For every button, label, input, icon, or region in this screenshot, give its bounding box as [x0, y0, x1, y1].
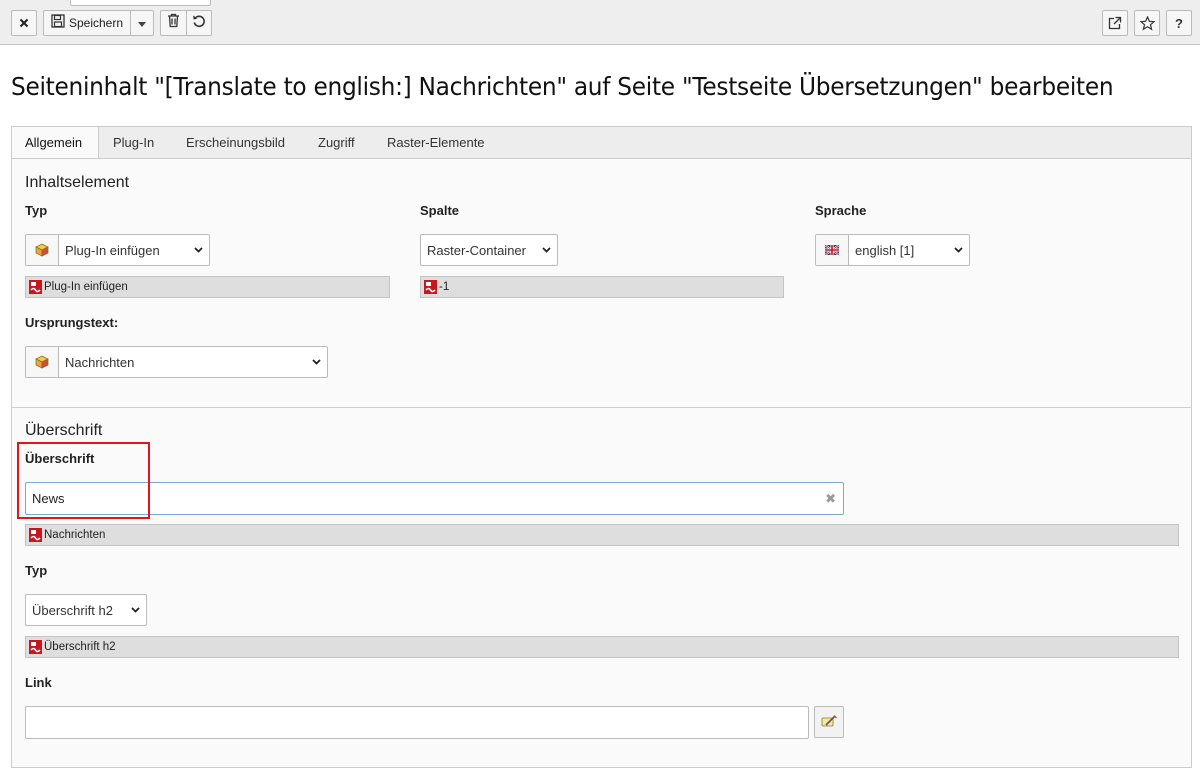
type-label: Typ: [25, 203, 48, 218]
uk-flag-icon: [816, 235, 849, 265]
section-title-content-element: Inhaltselement: [25, 174, 130, 191]
original-language-marker-icon: [29, 280, 42, 294]
header-type-select[interactable]: Überschrift h2: [25, 594, 147, 626]
record-actions-group: [160, 10, 212, 36]
header-original-value: Nachrichten: [25, 524, 1179, 546]
trash-icon: [167, 13, 180, 33]
column-original-text: -1: [439, 281, 450, 293]
type-original-value: Plug-In einfügen: [25, 276, 390, 298]
original-language-marker-icon: [29, 528, 42, 542]
link-label: Link: [25, 675, 52, 690]
tab-plugin[interactable]: Plug-In: [100, 127, 167, 160]
section-title-header: Überschrift: [25, 422, 103, 439]
highlight-annotation-box: [17, 442, 150, 519]
star-icon: [1139, 15, 1155, 31]
external-window-icon: [1108, 16, 1122, 30]
tab-zugriff[interactable]: Zugriff: [305, 127, 368, 160]
type-select-value: Plug-In einfügen: [65, 242, 160, 258]
save-button-group: Speichern: [43, 10, 154, 36]
link-wizard-button[interactable]: [814, 706, 844, 738]
undo-icon: [192, 14, 206, 33]
close-button[interactable]: [11, 10, 37, 36]
floppy-disk-icon: [51, 13, 65, 33]
caret-down-icon: [138, 14, 146, 32]
tab-panel-allgemein: Inhaltselement Typ Plug-In einfügen Plug…: [11, 158, 1192, 768]
type-select[interactable]: Plug-In einfügen: [25, 234, 210, 266]
source-text-label: Ursprungstext:: [25, 315, 119, 330]
tab-allgemein[interactable]: Allgemein: [12, 127, 99, 161]
tab-bar: Allgemein Plug-In Erscheinungsbild Zugri…: [11, 126, 1192, 161]
language-label: Sprache: [815, 203, 867, 218]
section-divider: [12, 407, 1191, 408]
language-select-value: english [1]: [855, 242, 915, 258]
chevron-down-icon: [947, 247, 969, 253]
open-in-new-window-button[interactable]: [1102, 10, 1128, 36]
toolbar-top-input-edge: [70, 0, 211, 6]
tab-raster-elemente[interactable]: Raster-Elemente: [374, 127, 498, 160]
help-icon: ?: [1175, 15, 1183, 31]
header-original-text: Nachrichten: [44, 529, 106, 541]
source-text-select-value: Nachrichten: [65, 354, 135, 370]
chevron-down-icon: [124, 607, 146, 613]
tab-erscheinungsbild[interactable]: Erscheinungsbild: [173, 127, 298, 160]
column-label: Spalte: [420, 203, 460, 218]
header-type-select-value: Überschrift h2: [32, 602, 113, 618]
type-original-text: Plug-In einfügen: [44, 281, 128, 293]
delete-button[interactable]: [161, 11, 186, 35]
original-language-marker-icon: [424, 280, 437, 294]
help-button[interactable]: ?: [1166, 10, 1192, 36]
close-icon: [19, 18, 29, 28]
header-type-label: Typ: [25, 563, 48, 578]
save-button[interactable]: Speichern: [44, 11, 130, 35]
undo-button[interactable]: [186, 11, 211, 35]
column-original-value: -1: [420, 276, 784, 298]
docheader-toolbar: Speichern ?: [0, 0, 1200, 45]
header-type-original-value: Überschrift h2: [25, 636, 1179, 658]
chevron-down-icon: [535, 247, 557, 253]
source-text-select[interactable]: Nachrichten: [25, 346, 328, 378]
original-language-marker-icon: [29, 640, 42, 654]
link-input[interactable]: [25, 706, 809, 739]
link-wizard-icon: [821, 715, 837, 729]
chevron-down-icon: [305, 359, 327, 365]
bookmark-button[interactable]: [1134, 10, 1160, 36]
plugin-box-icon: [26, 347, 59, 377]
clear-icon[interactable]: ✖: [825, 491, 836, 507]
header-type-original-text: Überschrift h2: [44, 641, 116, 653]
save-options-button[interactable]: [130, 11, 153, 35]
plugin-box-icon: [26, 235, 59, 265]
chevron-down-icon: [187, 247, 209, 253]
column-select[interactable]: Raster-Container: [420, 234, 558, 266]
column-select-value: Raster-Container: [427, 242, 526, 258]
save-button-label: Speichern: [68, 16, 124, 30]
page-title: Seiteninhalt "[Translate to english:] Na…: [11, 72, 1114, 101]
language-select[interactable]: english [1]: [815, 234, 970, 266]
